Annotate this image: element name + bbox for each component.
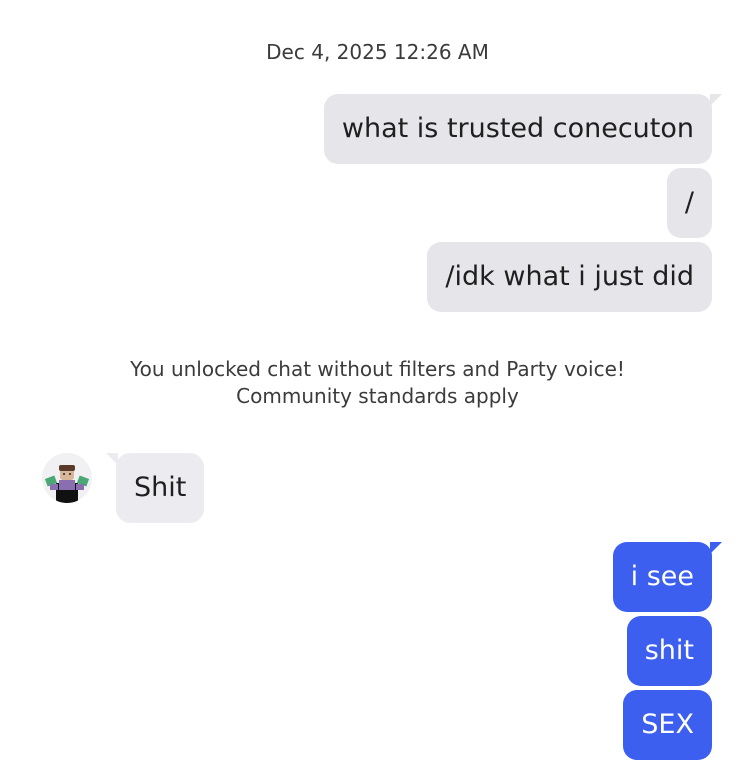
avatar-image [42, 453, 92, 503]
incoming-message[interactable]: Shit [105, 453, 205, 523]
message-text: / [684, 187, 694, 218]
message-text: what is trusted conecuton [341, 113, 694, 144]
roblox-avatar-icon[interactable] [42, 453, 92, 503]
message-text: Shit [134, 472, 187, 503]
system-notice-line: You unlocked chat without filters and Pa… [130, 357, 625, 381]
outgoing-message[interactable]: shit [626, 616, 712, 686]
message-text: /idk what i just did [445, 261, 694, 292]
chat-thread: Dec 4, 2025 12:26 AM what is trusted con… [0, 0, 755, 776]
message-text: shit [644, 635, 694, 666]
message-text: SEX [641, 709, 694, 740]
message-text: i see [630, 561, 694, 592]
outgoing-message[interactable]: what is trusted conecuton [323, 94, 723, 164]
outgoing-message[interactable]: i see [612, 542, 723, 612]
message-timestamp: Dec 4, 2025 12:26 AM [266, 40, 489, 64]
system-notice: You unlocked chat without filters and Pa… [0, 356, 755, 410]
outgoing-message[interactable]: SEX [623, 690, 712, 760]
system-notice-line: Community standards apply [236, 384, 519, 408]
outgoing-message[interactable]: / [666, 168, 712, 238]
outgoing-message[interactable]: /idk what i just did [427, 242, 712, 312]
